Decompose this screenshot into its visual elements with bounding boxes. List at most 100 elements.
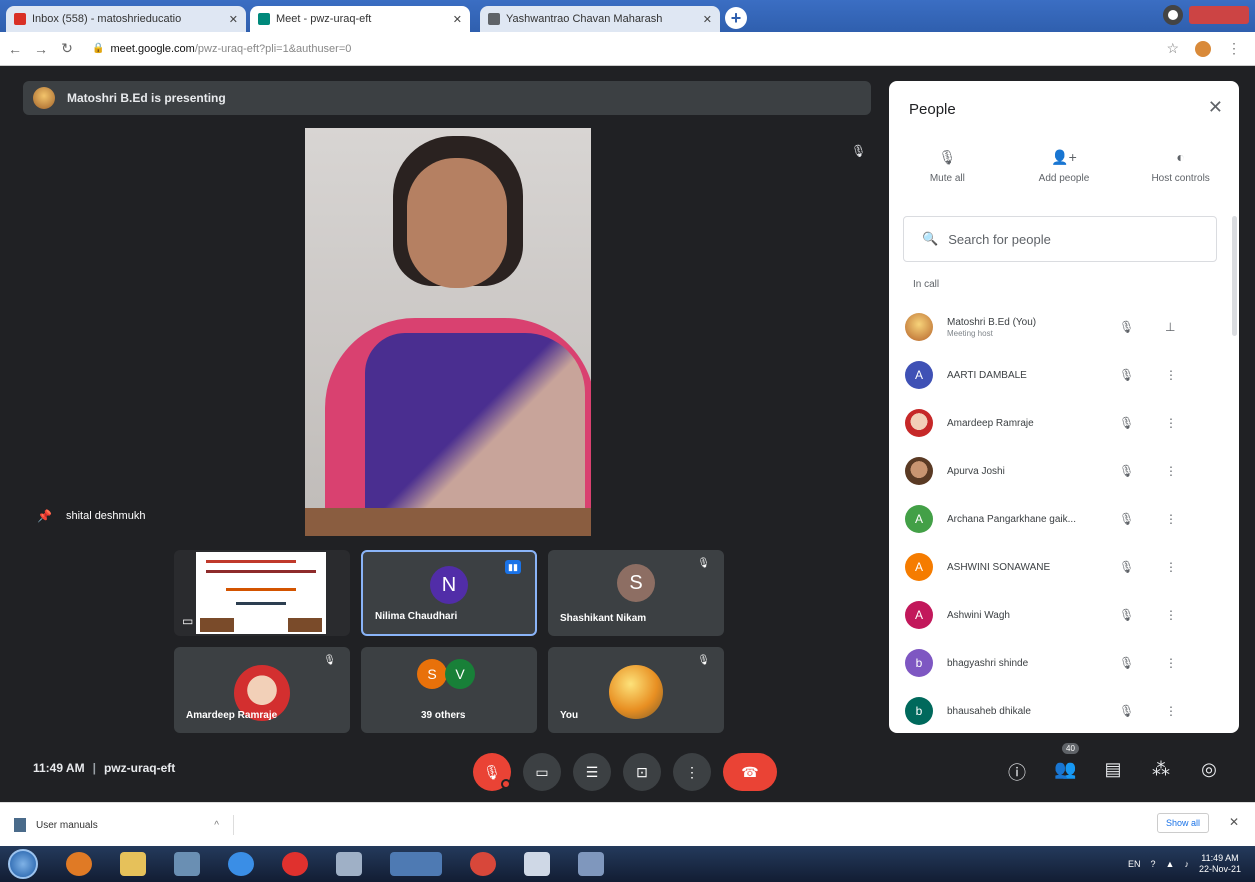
download-item[interactable]: User manuals ^ xyxy=(14,815,234,835)
more-vert-icon[interactable]: ⋮ xyxy=(1165,416,1177,430)
lock-icon: 🔒 xyxy=(92,43,105,54)
people-button[interactable]: 👥 40 xyxy=(1054,743,1079,785)
show-all-button[interactable]: Show all xyxy=(1156,813,1209,833)
volume-icon[interactable]: ♪ xyxy=(1184,859,1189,869)
host-controls-button[interactable]: ◐ Host controls xyxy=(1131,149,1231,184)
menu-icon[interactable]: ⋮ xyxy=(1227,40,1241,57)
language-indicator[interactable]: EN xyxy=(1128,859,1141,869)
list-item[interactable]: A Archana Pangarkhane gaik... 🎙 ⋮ xyxy=(889,495,1239,543)
extension-icon[interactable] xyxy=(1195,40,1211,57)
list-item[interactable]: b bhagyashri shinde 🎙 ⋮ xyxy=(889,639,1239,687)
url-field[interactable]: 🔒 meet.google.com/pwz-uraq-eft?pli=1&aut… xyxy=(92,43,351,55)
leave-call-button[interactable]: ☎ xyxy=(723,753,777,791)
avatar: b xyxy=(905,649,933,677)
mic-off-icon[interactable]: 🎙 xyxy=(1119,416,1139,430)
window-app-icon[interactable] xyxy=(578,852,604,876)
add-people-button[interactable]: 👤+ Add people xyxy=(1014,149,1114,184)
mic-off-icon[interactable]: 🎙 xyxy=(1119,512,1139,526)
more-vert-icon[interactable]: ⋮ xyxy=(1165,704,1177,718)
more-vert-icon[interactable]: ⋮ xyxy=(1165,608,1177,622)
more-vert-icon[interactable]: ⋮ xyxy=(1165,560,1177,574)
media-icon[interactable] xyxy=(174,852,200,876)
list-item[interactable]: Matoshri B.Ed (You) Meeting host 🎙 ⊥ xyxy=(889,303,1239,351)
back-icon[interactable]: ← xyxy=(4,41,26,57)
close-icon[interactable]: ✕ xyxy=(447,13,462,26)
toggle-icon: ◐ xyxy=(1176,149,1185,165)
opera-icon[interactable] xyxy=(282,852,308,876)
video-person-sari xyxy=(365,333,585,536)
others-tile[interactable]: S V 39 others xyxy=(361,647,537,733)
close-icon[interactable]: ✕ xyxy=(1229,815,1239,829)
main-speaker-video[interactable] xyxy=(305,128,591,536)
mic-off-icon[interactable]: 🎙 xyxy=(1119,368,1139,382)
tab-meet[interactable]: Meet - pwz-uraq-eft ✕ xyxy=(250,6,470,32)
list-item[interactable]: A Ashwini Wagh 🎙 ⋮ xyxy=(889,591,1239,639)
present-button[interactable]: ⊡ xyxy=(623,753,661,791)
self-tile[interactable]: 🎙 You xyxy=(548,647,724,733)
mic-off-icon[interactable]: 🎙 xyxy=(1119,320,1139,334)
more-vert-icon[interactable]: ⋮ xyxy=(1165,368,1177,382)
pin-icon[interactable]: 📌 xyxy=(37,509,52,523)
app-icon[interactable] xyxy=(470,852,496,876)
mic-off-icon[interactable]: 🎙 xyxy=(1119,464,1139,478)
tab-gmail[interactable]: Inbox (558) - matoshrieducatio ✕ xyxy=(6,6,246,32)
mic-off-icon[interactable]: 🎙 xyxy=(1119,656,1139,670)
chrome-icon[interactable] xyxy=(390,852,442,876)
presentation-tile[interactable]: ▭ xyxy=(174,550,350,636)
avatar xyxy=(905,313,933,341)
avatar: S xyxy=(617,564,655,602)
window-buttons[interactable] xyxy=(1189,6,1249,24)
more-options-button[interactable]: ⋮ xyxy=(673,753,711,791)
camera-toggle-button[interactable]: ▭ xyxy=(523,753,561,791)
help-icon[interactable]: ? xyxy=(1151,859,1156,869)
profile-icon[interactable] xyxy=(1163,5,1183,25)
chat-icon[interactable]: ▤ xyxy=(1102,759,1124,785)
pin-icon[interactable]: ⊥ xyxy=(1165,320,1175,334)
close-icon[interactable]: ✕ xyxy=(223,13,238,26)
list-item[interactable]: Apurva Joshi 🎙 ⋮ xyxy=(889,447,1239,495)
avatar xyxy=(905,457,933,485)
close-icon[interactable]: ✕ xyxy=(1208,97,1223,118)
mic-off-icon[interactable]: 🎙 xyxy=(1119,704,1139,718)
participant-name: Matoshri B.Ed (You) Meeting host xyxy=(947,317,1077,338)
url-host: meet.google.com xyxy=(110,42,195,55)
mic-off-icon[interactable]: 🎙 xyxy=(1119,560,1139,574)
network-app-icon[interactable] xyxy=(336,852,362,876)
more-vert-icon[interactable]: ⋮ xyxy=(1165,656,1177,670)
participant-tile[interactable]: 🎙 Amardeep Ramraje xyxy=(174,647,350,733)
folder-icon[interactable] xyxy=(120,852,146,876)
host-controls-icon[interactable]: ◎ xyxy=(1198,759,1220,785)
info-icon[interactable]: ⓘ xyxy=(1006,759,1028,785)
participant-tile[interactable]: N ▮▮ Nilima Chaudhari xyxy=(361,550,537,636)
people-actions: 🎙 Mute all 👤+ Add people ◐ Host controls xyxy=(889,149,1239,184)
slide-subtitle-line xyxy=(206,570,316,573)
chevron-up-icon[interactable]: ^ xyxy=(214,820,219,831)
star-icon[interactable]: ☆ xyxy=(1166,40,1179,57)
tab-university[interactable]: Yashwantrao Chavan Maharash ✕ xyxy=(480,6,720,32)
mic-toggle-button[interactable]: 🎙 xyxy=(473,753,511,791)
firefox-icon[interactable] xyxy=(66,852,92,876)
start-button[interactable] xyxy=(8,849,38,879)
forward-icon[interactable]: → xyxy=(30,41,52,57)
list-item[interactable]: Amardeep Ramraje 🎙 ⋮ xyxy=(889,399,1239,447)
list-item[interactable]: b bhausaheb dhikale 🎙 ⋮ xyxy=(889,687,1239,733)
reload-icon[interactable]: ↻ xyxy=(56,40,78,57)
clock[interactable]: 11:49 AM 22-Nov-21 xyxy=(1199,853,1241,875)
new-tab-button[interactable]: + xyxy=(725,7,747,29)
captions-button[interactable]: ☰ xyxy=(573,753,611,791)
tab-title: Meet - pwz-uraq-eft xyxy=(276,13,372,25)
mute-all-button[interactable]: 🎙 Mute all xyxy=(897,149,997,184)
activities-icon[interactable]: ⁂ xyxy=(1150,759,1172,785)
notepad-icon[interactable] xyxy=(524,852,550,876)
meeting-details[interactable]: 11:49 AM | pwz-uraq-eft xyxy=(33,761,175,775)
ie-icon[interactable] xyxy=(228,852,254,876)
list-item[interactable]: A ASHWINI SONAWANE 🎙 ⋮ xyxy=(889,543,1239,591)
more-vert-icon[interactable]: ⋮ xyxy=(1165,464,1177,478)
mic-off-icon[interactable]: 🎙 xyxy=(1119,608,1139,622)
search-people-input[interactable]: 🔍 Search for people xyxy=(903,216,1217,262)
participant-tile[interactable]: S 🎙 Shashikant Nikam xyxy=(548,550,724,636)
network-icon[interactable]: ▲ xyxy=(1166,859,1175,869)
more-vert-icon[interactable]: ⋮ xyxy=(1165,512,1177,526)
close-icon[interactable]: ✕ xyxy=(697,13,712,26)
list-item[interactable]: A AARTI DAMBALE 🎙 ⋮ xyxy=(889,351,1239,399)
